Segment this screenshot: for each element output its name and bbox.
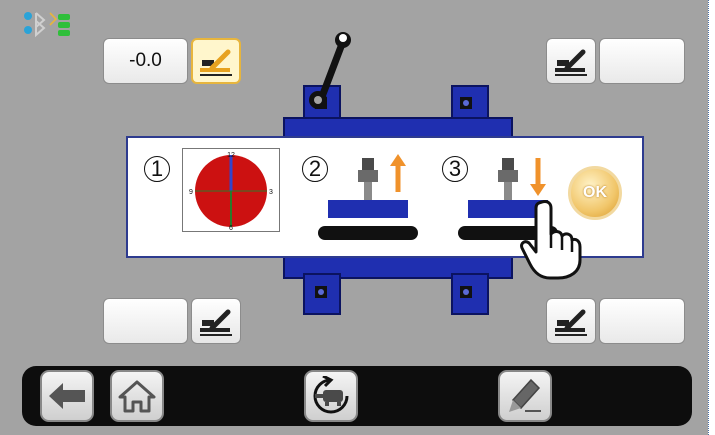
value-field-top-right[interactable] bbox=[599, 38, 685, 84]
pen-icon bbox=[509, 378, 541, 412]
home-button[interactable] bbox=[110, 370, 164, 422]
back-button[interactable] bbox=[40, 370, 94, 422]
measurement-top-right bbox=[546, 38, 685, 84]
value-field-bottom-left[interactable] bbox=[103, 298, 188, 344]
status-bar bbox=[24, 12, 70, 38]
ok-label: OK bbox=[583, 184, 607, 201]
bluetooth-icon bbox=[24, 12, 58, 38]
pointing-hand-icon bbox=[520, 200, 582, 280]
clock-label-6: 6 bbox=[229, 225, 233, 232]
battery-icon bbox=[58, 14, 70, 36]
measure-button-top-right[interactable] bbox=[546, 38, 596, 84]
screen-edge bbox=[708, 0, 715, 435]
indicator-icon bbox=[200, 49, 232, 76]
indicator-icon bbox=[555, 49, 587, 76]
measure-button-bottom-right[interactable] bbox=[546, 298, 596, 344]
clock-label-9: 9 bbox=[189, 189, 193, 196]
home-icon bbox=[118, 380, 156, 413]
rotate-machine-icon bbox=[313, 376, 349, 414]
indicator-icon bbox=[555, 309, 587, 336]
measurement-bottom-right bbox=[546, 298, 685, 344]
clock-position-diagram: 12 3 6 9 bbox=[182, 148, 280, 232]
measure-button-bottom-left[interactable] bbox=[191, 298, 241, 344]
measure-button-top-left[interactable] bbox=[191, 38, 241, 84]
measurement-bottom-left bbox=[103, 298, 241, 344]
value-field-top-left[interactable]: -0.0 bbox=[103, 38, 188, 84]
bottom-toolbar bbox=[22, 366, 692, 426]
edit-button[interactable] bbox=[498, 370, 552, 422]
step-1-number: 1 bbox=[144, 156, 170, 182]
clock-label-3: 3 bbox=[269, 189, 273, 196]
measurement-top-left: -0.0 bbox=[103, 38, 241, 84]
clock-label-12: 12 bbox=[227, 152, 235, 159]
indicator-icon bbox=[200, 309, 232, 336]
step-2-loosen-illustration bbox=[318, 154, 418, 240]
back-arrow-icon bbox=[49, 383, 85, 409]
value-field-bottom-right[interactable] bbox=[599, 298, 685, 344]
rotate-machine-button[interactable] bbox=[304, 370, 358, 422]
app-screen: -0.0 1 12 3 6 9 2 3 OK bbox=[0, 0, 708, 435]
